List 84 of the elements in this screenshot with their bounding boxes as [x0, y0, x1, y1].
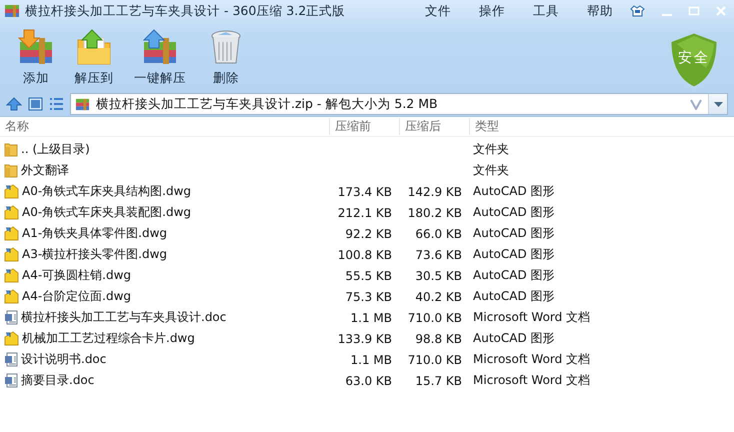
file-name[interactable]: A0-角铁式车床夹具装配图.dwg [22, 204, 192, 221]
size-cell: 1.1 MB [350, 310, 392, 324]
size-cell: 55.5 KB [345, 268, 392, 282]
file-name[interactable]: 设计说明书.doc [21, 351, 106, 368]
toolbar-button[interactable]: 删除 [198, 26, 254, 89]
folder-up-arrow-icon [76, 28, 112, 66]
column-header[interactable]: 压缩后 [400, 118, 470, 135]
square-icon [688, 6, 700, 16]
size-cell: 40.2 KB [415, 290, 462, 304]
toolbar-button[interactable]: 添加 [8, 26, 64, 89]
size-cell: 15.7 KB [415, 374, 462, 388]
size-cell: 98.8 KB [415, 332, 462, 346]
type-cell: Microsoft Word 文档 [473, 352, 590, 366]
folder-icon [4, 142, 18, 157]
cad-file-icon [4, 205, 19, 220]
size-cell: 92.2 KB [345, 226, 392, 240]
file-name[interactable]: A0-角铁式车床夹具结构图.dwg [22, 183, 192, 200]
size-cell: 173.4 KB [338, 184, 392, 198]
type-cell: AutoCAD 图形 [473, 205, 555, 219]
cad-file-icon [4, 226, 19, 241]
file-name[interactable]: .. (上级目录) [21, 141, 90, 158]
file-name[interactable]: 机械加工工艺过程综合卡片.dwg [22, 330, 195, 347]
type-cell: Microsoft Word 文档 [473, 310, 590, 324]
type-cell: AutoCAD 图形 [473, 331, 555, 345]
toolbar-button[interactable]: 解压到 [66, 26, 122, 89]
menu-item[interactable]: 操作 [466, 2, 518, 20]
word-document-icon [4, 310, 18, 325]
folder-icon [4, 163, 18, 178]
size-cell: 180.2 KB [408, 206, 462, 220]
cad-file-icon [4, 331, 19, 346]
file-name[interactable]: A1-角铁夹具体零件图.dwg [22, 225, 168, 242]
cad-file-icon [4, 268, 19, 283]
type-cell: 文件夹 [473, 142, 509, 156]
word-document-icon [4, 373, 18, 388]
size-cell: 30.5 KB [415, 268, 462, 282]
up-arrow-icon[interactable] [6, 97, 22, 111]
file-name[interactable]: A4-台阶定位面.dwg [22, 288, 132, 305]
app-icon [4, 3, 20, 19]
menu-item[interactable]: 帮助 [574, 2, 626, 20]
close-icon [714, 5, 726, 17]
column-header[interactable]: 类型 [470, 118, 734, 135]
file-name[interactable]: A4-可换圆柱销.dwg [22, 267, 132, 284]
type-cell: 文件夹 [473, 163, 509, 177]
size-cell: 73.6 KB [415, 248, 462, 262]
type-cell: Microsoft Word 文档 [473, 373, 590, 387]
size-cell: 212.1 KB [338, 206, 392, 220]
type-cell: AutoCAD 图形 [473, 268, 555, 282]
archive-down-arrow-icon [18, 28, 54, 66]
dropdown-button[interactable] [708, 94, 727, 114]
triangle-down-icon [714, 102, 722, 106]
size-cell: 1.1 MB [350, 352, 392, 366]
cad-file-icon [4, 184, 19, 199]
column-header[interactable]: 压缩前 [330, 118, 400, 135]
minus-icon [660, 14, 672, 16]
size-cell: 710.0 KB [408, 310, 462, 324]
window-title: 横拉杆接头加工工艺与车夹具设计 - 360压缩 3.2正式版 [25, 2, 346, 20]
file-name[interactable]: 横拉杆接头加工工艺与车夹具设计.doc [21, 309, 226, 326]
column-header[interactable]: 名称 [0, 118, 330, 135]
list-view-icon[interactable] [49, 97, 64, 111]
menu-item[interactable]: 工具 [520, 2, 572, 20]
size-cell: 63.0 KB [345, 374, 392, 388]
menu-item[interactable]: 文件 [412, 2, 464, 20]
size-cell: 710.0 KB [408, 352, 462, 366]
chevron-icon [690, 98, 702, 110]
thumbnail-view-icon[interactable] [28, 97, 43, 111]
size-cell: 66.0 KB [415, 226, 462, 240]
file-name[interactable]: 摘要目录.doc [21, 372, 94, 389]
type-cell: AutoCAD 图形 [473, 226, 555, 240]
archive-icon [75, 96, 90, 112]
size-cell: 100.8 KB [338, 248, 392, 262]
path-field[interactable]: 横拉杆接头加工工艺与车夹具设计.zip - 解包大小为 5.2 MB [70, 93, 728, 115]
toolbar-button[interactable]: 一键解压 [124, 26, 196, 89]
type-cell: AutoCAD 图形 [473, 247, 555, 261]
size-cell: 142.9 KB [408, 184, 462, 198]
file-name[interactable]: 外文翻译 [21, 162, 69, 179]
cad-file-icon [4, 289, 19, 304]
size-cell: 75.3 KB [345, 290, 392, 304]
word-document-icon [4, 352, 18, 367]
size-cell: 133.9 KB [338, 332, 392, 346]
file-name[interactable]: A3-横拉杆接头零件图.dwg [22, 246, 168, 263]
archive-up-arrow-icon [142, 28, 178, 66]
type-cell: AutoCAD 图形 [473, 184, 555, 198]
cad-file-icon [4, 247, 19, 262]
type-cell: AutoCAD 图形 [473, 289, 555, 303]
